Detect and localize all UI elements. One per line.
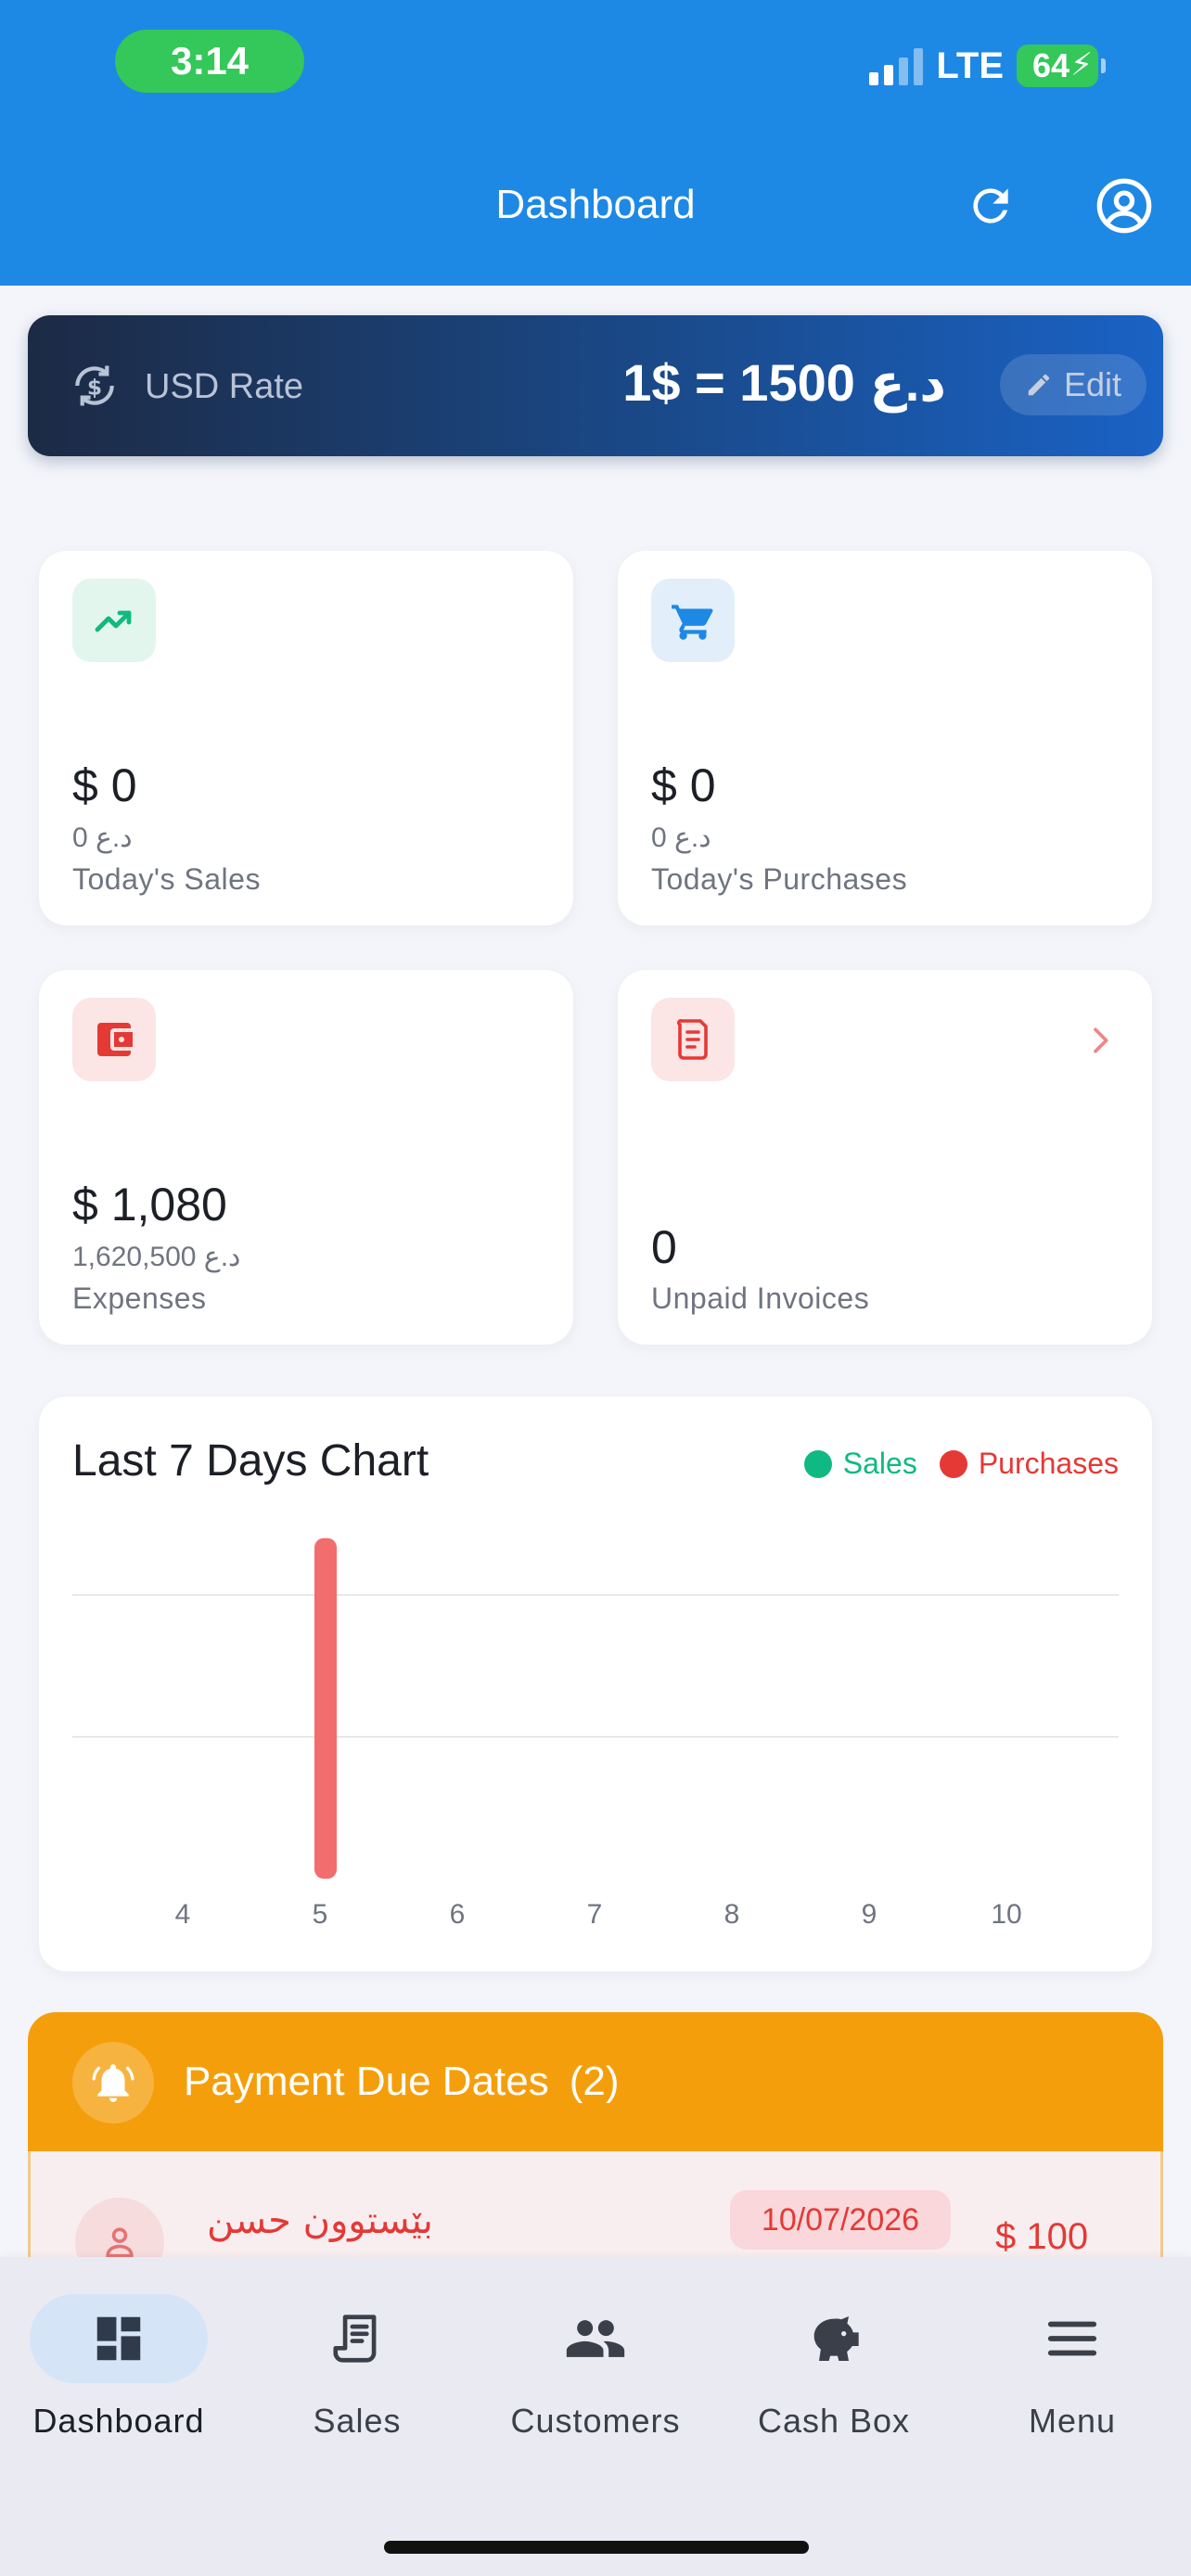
tab-label: Cash Box [757,2402,911,2440]
edit-rate-button[interactable]: Edit [1000,354,1146,415]
stat-icon-box [72,998,156,1081]
x-tick-label: 6 [450,1899,466,1930]
receipt-icon [677,1019,708,1060]
purchases-iqd-value: 0 د.ع [651,823,711,853]
battery-level: 64 [1031,46,1070,84]
tab-icon-container [983,2294,1161,2383]
tab-icon-container [268,2294,446,2383]
edit-label: Edit [1063,365,1122,403]
dashboard-icon [96,2316,141,2361]
refresh-button[interactable] [961,176,1020,236]
last-7-days-chart-card: Last 7 Days Chart Sales Purchases 456789… [39,1396,1152,1971]
x-tick-label: 8 [724,1899,740,1930]
due-date-badge: 10/07/2026 [730,2190,951,2250]
status-time: 3:14 [115,30,304,93]
x-tick-label: 5 [313,1899,328,1930]
x-tick-label: 4 [175,1899,191,1930]
due-amount: $ 100 [995,2216,1089,2257]
tab-menu[interactable]: Menu [954,2294,1191,2461]
expenses-label: Expenses [72,1282,207,1315]
purchases-usd-value: $ 0 [651,759,716,811]
today-sales-card[interactable]: $ 0 0 د.ع Today's Sales [39,551,573,925]
refresh-icon [973,188,1008,223]
payment-due-title-text: Payment Due Dates [184,2059,549,2104]
payment-due-title: Payment Due Dates (2) [184,2059,620,2105]
signal-icon [869,46,924,85]
payment-due-count: (2) [569,2059,620,2104]
x-tick-label: 7 [587,1899,603,1930]
cart-icon [672,605,713,640]
stat-icon-box [651,998,735,1081]
sales-iqd-value: 0 د.ع [72,823,133,853]
bar-purchases-5 [314,1537,337,1879]
bottom-tab-bar: Dashboard Sales Customers Cash Box Menu [0,2257,1191,2576]
tab-cash-box[interactable]: Cash Box [715,2294,953,2461]
menu-icon [1047,2321,1097,2356]
x-tick-label: 9 [862,1899,877,1930]
today-purchases-card[interactable]: $ 0 0 د.ع Today's Purchases [618,551,1152,925]
expenses-iqd-value: 1,620,500 د.ع [72,1242,241,1272]
usd-rate-label: USD Rate [145,367,304,406]
chevron-right-icon[interactable] [1082,1018,1119,1063]
battery-icon: 64 ⚡ [1017,45,1106,87]
network-type: LTE [936,45,1004,86]
unpaid-invoices-value: 0 [651,1221,677,1273]
tab-icon-container [745,2294,923,2383]
account-button[interactable] [1095,176,1154,236]
expenses-card[interactable]: $ 1,080 1,620,500 د.ع Expenses [39,970,573,1345]
stat-icon-box [651,579,735,662]
trending-up-icon [95,610,132,632]
sales-label: Today's Sales [72,862,261,896]
tab-customers[interactable]: Customers [477,2294,714,2461]
stat-icon-box [72,579,156,662]
svg-text:$: $ [87,374,102,400]
home-indicator [384,2541,809,2554]
tab-label: Menu [1028,2402,1117,2440]
payment-due-header[interactable]: Payment Due Dates (2) [28,2012,1163,2151]
usd-rate-card: $ USD Rate 1$ = 1500 د.ع Edit [28,315,1163,456]
bar-chart: 4 5 6 7 8 9 10 [72,1537,1119,1930]
status-indicators: LTE 64 ⚡ [869,45,1106,87]
app-header: 3:14 LTE 64 ⚡ Dashboard [0,0,1191,286]
tab-dashboard[interactable]: Dashboard [0,2294,237,2461]
bell-icon-box [72,2042,154,2123]
purchases-label: Today's Purchases [651,862,908,896]
tab-label: Sales [313,2402,402,2440]
expenses-usd-value: $ 1,080 [72,1179,227,1231]
account-circle-icon [1096,178,1152,234]
piggy-bank-icon [813,2316,859,2361]
tab-icon-container [30,2294,208,2383]
usd-rate-value: 1$ = 1500 د.ع [622,353,946,412]
unpaid-invoices-label: Unpaid Invoices [651,1282,870,1315]
customer-name: بێستوون حسن [207,2200,433,2242]
tab-label: Customers [510,2402,681,2440]
people-icon [566,2320,625,2357]
pencil-icon [1028,374,1050,396]
x-tick-label: 10 [991,1899,1021,1930]
tab-icon-container [506,2294,685,2383]
sales-usd-value: $ 0 [72,759,137,811]
tab-label: Dashboard [32,2402,205,2440]
unpaid-invoices-card[interactable]: 0 Unpaid Invoices [618,970,1152,1345]
bell-ring-icon [92,2064,134,2102]
wallet-icon [97,1023,133,1056]
receipt-icon [333,2315,377,2363]
tab-sales[interactable]: Sales [238,2294,476,2461]
currency-exchange-icon: $ [75,365,114,406]
